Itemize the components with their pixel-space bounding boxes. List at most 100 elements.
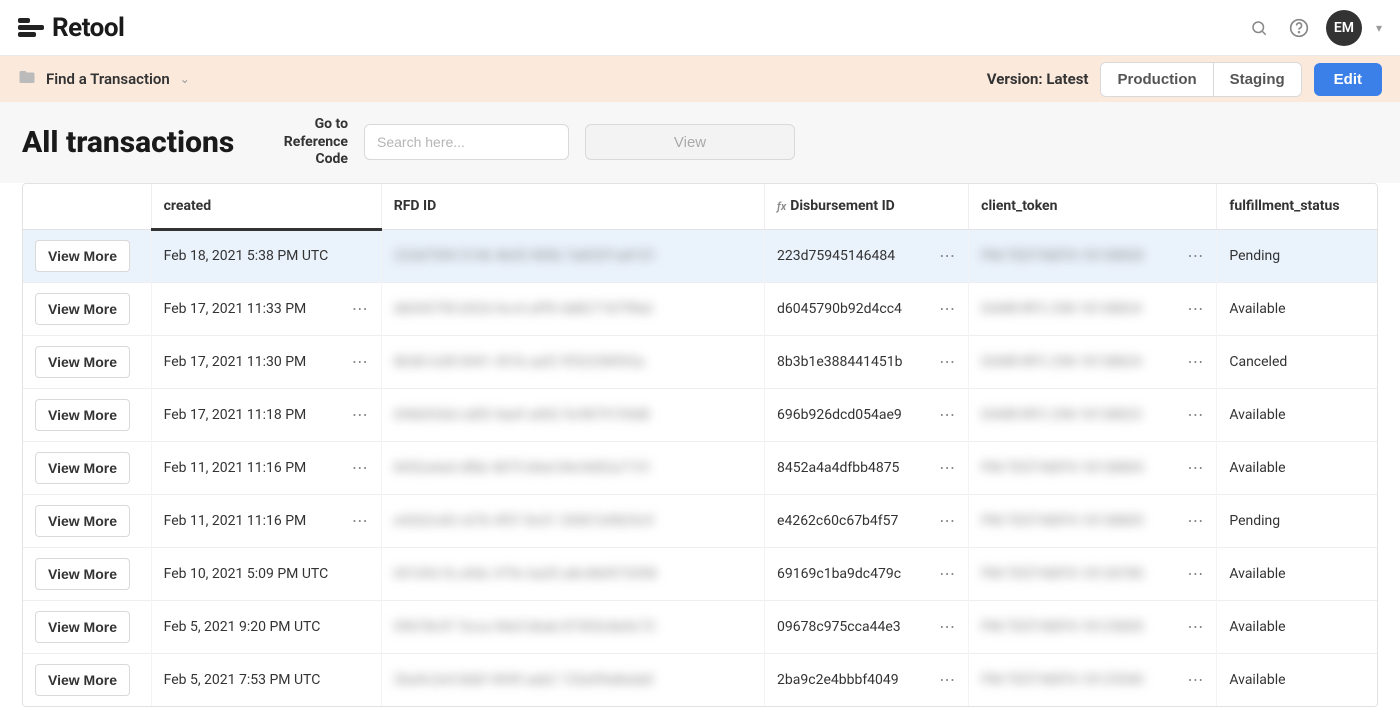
rfd-id-value: 223d7594 5146 4b45 985b 7a832f1a8151 (394, 248, 656, 264)
table-row[interactable]: View More Feb 17, 2021 11:30 PM ⋯ 8b3b1e38 … (23, 335, 1377, 388)
folder-icon (18, 68, 36, 90)
table-header-row: created RFD ID ƒxDisbursement ID client_… (23, 184, 1377, 230)
rfd-id-value: 09678c97 5cca 44e3 bbab 87303c8a9c72 (394, 619, 656, 635)
table-row[interactable]: View MoreFeb 11, 2021 11:16 PM⋯e4262c60 … (23, 494, 1377, 547)
client-token-value: PM-TEST-NDFX-18138830 (981, 248, 1179, 264)
overflow-icon[interactable]: ⋯ (1187, 670, 1204, 689)
col-actions (23, 184, 151, 230)
created-value: Feb 17, 2021 11:30 PM (164, 354, 344, 370)
breadcrumb[interactable]: Find a Transaction ⌄ (18, 68, 190, 90)
environment-bar: Find a Transaction ⌄ Version: Latest Pro… (0, 56, 1400, 102)
chevron-down-icon[interactable]: ▾ (1376, 21, 1382, 35)
chevron-down-icon[interactable]: ⌄ (180, 72, 190, 86)
created-value: Feb 17, 2021 11:33 PM (164, 301, 344, 317)
overflow-icon[interactable]: ⋯ (939, 246, 956, 265)
breadcrumb-title: Find a Transaction (46, 70, 170, 88)
overflow-icon[interactable]: ⋯ (352, 299, 369, 318)
overflow-icon[interactable]: ⋯ (352, 352, 369, 371)
fx-icon: ƒx (777, 200, 786, 213)
reference-code-label: Go to Reference Code (258, 116, 348, 169)
brand-name: Retool (52, 13, 124, 43)
view-more-button[interactable]: View More (35, 293, 130, 325)
view-more-button[interactable]: View More (35, 505, 130, 537)
disbursement-id-value: 2ba9c2e4bbbf4049 (777, 672, 931, 688)
overflow-icon[interactable]: ⋯ (352, 405, 369, 424)
view-more-button[interactable]: View More (35, 346, 130, 378)
table-row[interactable]: View More Feb 17, 2021 11:33 PM ⋯ d6045790 … (23, 282, 1377, 335)
client-token-value: PM-TEST-NDFX-18138805 (981, 460, 1179, 476)
table-row[interactable]: View More Feb 5, 2021 7:53 PM UTC 2ba9c2e4… (23, 653, 1377, 706)
created-value: Feb 5, 2021 7:53 PM UTC (164, 672, 369, 688)
env-production-button[interactable]: Production (1101, 63, 1212, 96)
overflow-icon[interactable]: ⋯ (939, 299, 956, 318)
logo[interactable]: Retool (18, 13, 124, 43)
overflow-icon[interactable]: ⋯ (1187, 352, 1204, 371)
environment-segmented: Production Staging (1100, 62, 1301, 97)
version-label: Version: Latest (987, 70, 1089, 88)
fulfillment-status-value: Pending (1217, 229, 1377, 282)
edit-button[interactable]: Edit (1314, 63, 1382, 96)
view-more-button[interactable]: View More (35, 558, 130, 590)
client-token-value: PM-TEST-NDFX-18128780 (981, 566, 1179, 582)
client-token-value: PM-TEST-NDFX-18138805 (981, 513, 1179, 529)
view-more-button[interactable]: View More (35, 240, 130, 272)
rfd-id-value: d6045790 b92d 4cc4 af99 dd827187f9bd (394, 301, 652, 317)
env-staging-button[interactable]: Staging (1213, 63, 1301, 96)
overflow-icon[interactable]: ⋯ (939, 617, 956, 636)
overflow-icon[interactable]: ⋯ (1187, 458, 1204, 477)
view-more-button[interactable]: View More (35, 399, 130, 431)
view-more-button[interactable]: View More (35, 452, 130, 484)
fulfillment-status-value: Pending (1217, 494, 1377, 547)
retool-logo-icon (18, 18, 44, 37)
search-icon[interactable] (1246, 15, 1272, 41)
rfd-id-value: e4262c60 c67b 4f57 8c01 33007a9825c9 (394, 513, 654, 529)
created-value: Feb 10, 2021 5:09 PM UTC (164, 566, 369, 582)
overflow-icon[interactable]: ⋯ (1187, 511, 1204, 530)
overflow-icon[interactable]: ⋯ (1187, 405, 1204, 424)
overflow-icon[interactable]: ⋯ (939, 564, 956, 583)
created-value: Feb 17, 2021 11:18 PM (164, 407, 344, 423)
overflow-icon[interactable]: ⋯ (1187, 299, 1204, 318)
reference-code-input[interactable] (364, 124, 569, 160)
fulfillment-status-value: Canceled (1217, 335, 1377, 388)
client-token-value: DANR-RFC-298-18138824 (981, 301, 1179, 317)
table-row[interactable]: View More Feb 5, 2021 9:20 PM UTC 09678c97… (23, 600, 1377, 653)
view-more-button[interactable]: View More (35, 611, 130, 643)
overflow-icon[interactable]: ⋯ (1187, 246, 1204, 265)
col-client-token[interactable]: client_token (969, 184, 1217, 230)
created-value: Feb 11, 2021 11:16 PM (164, 460, 344, 476)
help-icon[interactable] (1286, 15, 1312, 41)
table-row[interactable]: View More Feb 10, 2021 5:09 PM UTC 69169c1… (23, 547, 1377, 600)
overflow-icon[interactable]: ⋯ (352, 458, 369, 477)
page-toolbar: All transactions Go to Reference Code Vi… (0, 102, 1400, 183)
col-fulfillment-status[interactable]: fulfillment_status (1217, 184, 1377, 230)
col-disbursement-id[interactable]: ƒxDisbursement ID (765, 184, 969, 230)
view-button[interactable]: View (585, 124, 795, 160)
disbursement-id-value: d6045790b92d4cc4 (777, 301, 931, 317)
created-value: Feb 5, 2021 9:20 PM UTC (164, 619, 369, 635)
disbursement-id-value: 696b926dcd054ae9 (777, 407, 931, 423)
overflow-icon[interactable]: ⋯ (939, 352, 956, 371)
page-title: All transactions (22, 126, 242, 159)
col-rfd-id[interactable]: RFD ID (381, 184, 764, 230)
overflow-icon[interactable]: ⋯ (939, 405, 956, 424)
overflow-icon[interactable]: ⋯ (1187, 617, 1204, 636)
overflow-icon[interactable]: ⋯ (1187, 564, 1204, 583)
client-token-value: PM-TEST-NDFX-18125830 (981, 619, 1179, 635)
table-row[interactable]: View MoreFeb 17, 2021 11:18 PM⋯696b926d … (23, 388, 1377, 441)
overflow-icon[interactable]: ⋯ (939, 511, 956, 530)
overflow-icon[interactable]: ⋯ (352, 511, 369, 530)
rfd-id-value: 69169c1b a9dc 479c ba35 a8c4b0973398 (394, 566, 657, 582)
client-token-value: DANR-RFC-298-18138824 (981, 354, 1179, 370)
disbursement-id-value: 09678c975cca44e3 (777, 619, 931, 635)
fulfillment-status-value: Available (1217, 547, 1377, 600)
view-more-button[interactable]: View More (35, 664, 130, 696)
table-row[interactable]: View More Feb 18, 2021 5:38 PM UTC 223d759… (23, 229, 1377, 282)
table-row[interactable]: View MoreFeb 11, 2021 11:16 PM⋯8452a4a4 … (23, 441, 1377, 494)
avatar[interactable]: EM (1326, 10, 1362, 46)
created-value: Feb 18, 2021 5:38 PM UTC (164, 248, 369, 264)
rfd-id-value: 8b3b1e38 8441 451b aaf2 9f32258992a (394, 354, 645, 370)
col-created[interactable]: created (151, 184, 381, 230)
overflow-icon[interactable]: ⋯ (939, 670, 956, 689)
overflow-icon[interactable]: ⋯ (939, 458, 956, 477)
